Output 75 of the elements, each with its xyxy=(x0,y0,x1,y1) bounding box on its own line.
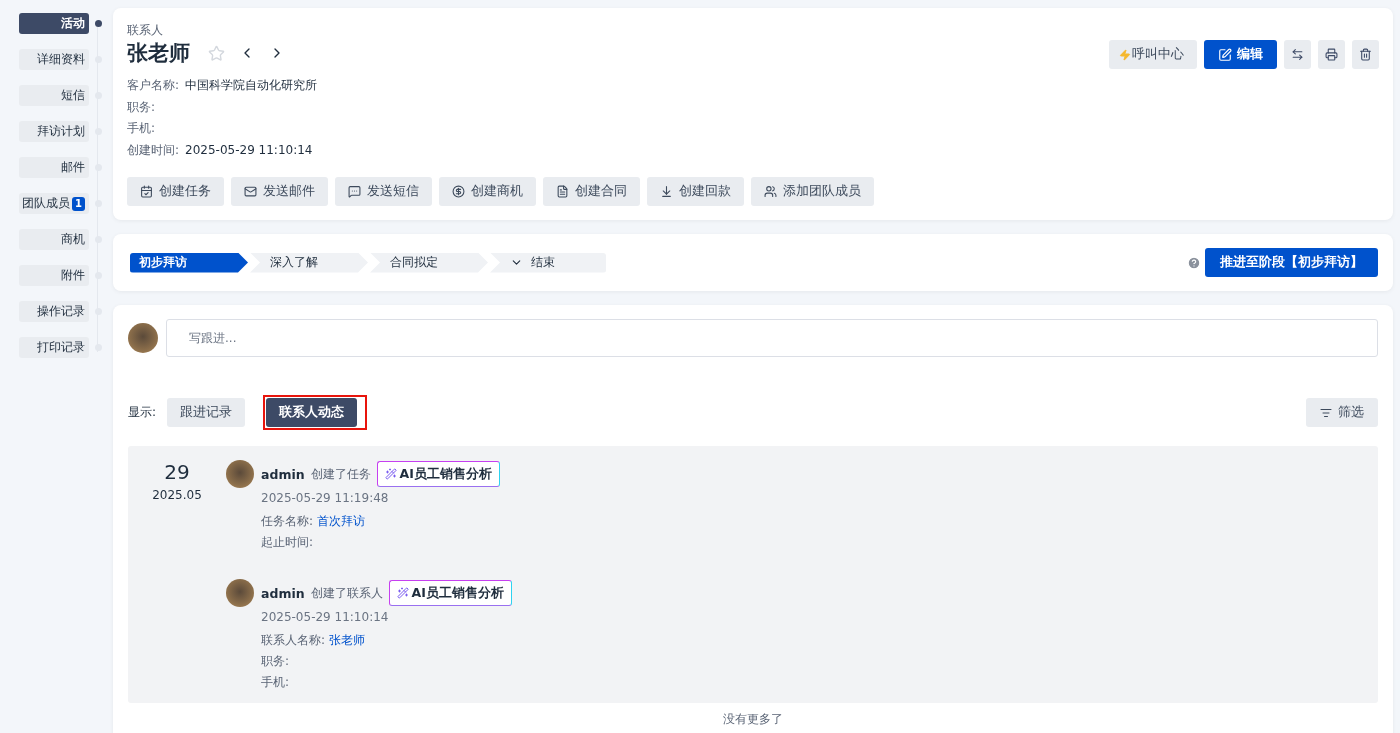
sidebar-item[interactable]: 详细资料 xyxy=(19,49,89,70)
action-button[interactable]: 添加团队成员 xyxy=(751,177,874,206)
avatar xyxy=(226,579,254,607)
stage-step[interactable]: 深入了解 xyxy=(250,252,368,273)
sidebar-item[interactable]: 商机 xyxy=(19,229,89,250)
sidebar-item[interactable]: 邮件 xyxy=(19,157,89,178)
edit-icon xyxy=(1218,47,1232,62)
timestamp: 2025-05-29 11:10:14 xyxy=(261,609,390,626)
advance-stage-button[interactable]: 推进至阶段【初步拜访】 xyxy=(1205,248,1378,277)
field-value: 2025-05-29 11:10:14 xyxy=(185,141,313,159)
sidebar-item[interactable]: 拜访计划 xyxy=(19,121,89,142)
field-label: 任务名称: xyxy=(261,513,314,530)
sidebar-item[interactable]: 打印记录 xyxy=(19,337,89,358)
lightning-icon xyxy=(1119,48,1131,61)
record-link[interactable]: 张老师 xyxy=(329,630,366,651)
date-day: 29 xyxy=(164,460,190,484)
date-month: 2025.05 xyxy=(152,488,202,502)
avatar xyxy=(226,460,254,488)
magic-wand-icon xyxy=(384,468,397,480)
field-value: 中国科学院自动化研究所 xyxy=(185,77,318,94)
activity-text: 创建了任务 xyxy=(310,465,371,483)
follow-up-input[interactable]: 写跟进... xyxy=(166,319,1378,357)
call-center-button[interactable]: 呼叫中心 xyxy=(1109,40,1197,69)
edit-button[interactable]: 编辑 xyxy=(1204,40,1277,69)
document-icon xyxy=(556,185,569,198)
sidebar-item[interactable]: 短信 xyxy=(19,85,89,106)
avatar xyxy=(128,323,158,353)
field-label: 职务: xyxy=(127,98,156,116)
view-tab[interactable]: 跟进记录 xyxy=(167,398,246,427)
display-label: 显示: xyxy=(128,404,157,421)
user-name: admin xyxy=(261,466,305,482)
stage-step[interactable]: 初步拜访 xyxy=(130,252,248,273)
field-label: 创建时间: xyxy=(127,141,180,159)
stage-step[interactable]: 合同拟定 xyxy=(370,252,488,273)
field-label: 联系人名称: xyxy=(261,632,326,649)
help-icon[interactable] xyxy=(1187,255,1201,270)
field-label: 职务: xyxy=(261,653,290,670)
sidebar-item[interactable]: 操作记录 xyxy=(19,301,89,322)
ai-analysis-button[interactable]: AI员工销售分析 xyxy=(388,580,512,606)
action-button[interactable]: 发送短信 xyxy=(335,177,432,206)
field-label: 客户名称: xyxy=(127,77,180,94)
sidebar-item[interactable]: 附件 xyxy=(19,265,89,286)
breadcrumb: 联系人 xyxy=(127,22,164,39)
people-icon xyxy=(764,185,777,198)
stage-step[interactable]: 结束 xyxy=(490,252,606,273)
timestamp: 2025-05-29 11:19:48 xyxy=(261,490,390,507)
delete-icon[interactable] xyxy=(1352,40,1379,69)
action-button[interactable]: 创建回款 xyxy=(647,177,744,206)
mail-icon xyxy=(244,185,257,198)
sidebar-item[interactable]: 团队成员 1 xyxy=(19,193,89,214)
end-of-list-text: 没有更多了 xyxy=(722,711,784,728)
field-label: 手机: xyxy=(261,674,290,691)
contact-name: 张老师 xyxy=(127,40,190,67)
chat-icon xyxy=(348,185,361,198)
action-button[interactable]: 创建商机 xyxy=(439,177,536,206)
activity-text: 创建了联系人 xyxy=(310,584,383,602)
ai-analysis-button[interactable]: AI员工销售分析 xyxy=(376,461,500,487)
field-label: 起止时间: xyxy=(261,534,314,551)
sidebar-item[interactable]: 活动 xyxy=(19,13,89,34)
filter-icon xyxy=(1320,406,1332,419)
action-button[interactable]: 创建任务 xyxy=(127,177,224,206)
count-badge: 1 xyxy=(72,196,85,211)
record-link[interactable]: 首次拜访 xyxy=(317,511,366,532)
action-button[interactable]: 创建合同 xyxy=(543,177,640,206)
print-icon[interactable] xyxy=(1318,40,1345,69)
view-tab[interactable]: 联系人动态 xyxy=(266,398,358,427)
calendar-icon xyxy=(140,185,153,198)
user-name: admin xyxy=(261,585,305,601)
filter-button[interactable]: 筛选 xyxy=(1306,398,1378,427)
download-icon xyxy=(660,185,673,198)
field-label: 手机: xyxy=(127,120,156,137)
coin-icon xyxy=(452,185,465,198)
magic-wand-icon xyxy=(396,587,409,599)
transfer-icon[interactable] xyxy=(1284,40,1311,69)
action-button[interactable]: 发送邮件 xyxy=(231,177,328,206)
